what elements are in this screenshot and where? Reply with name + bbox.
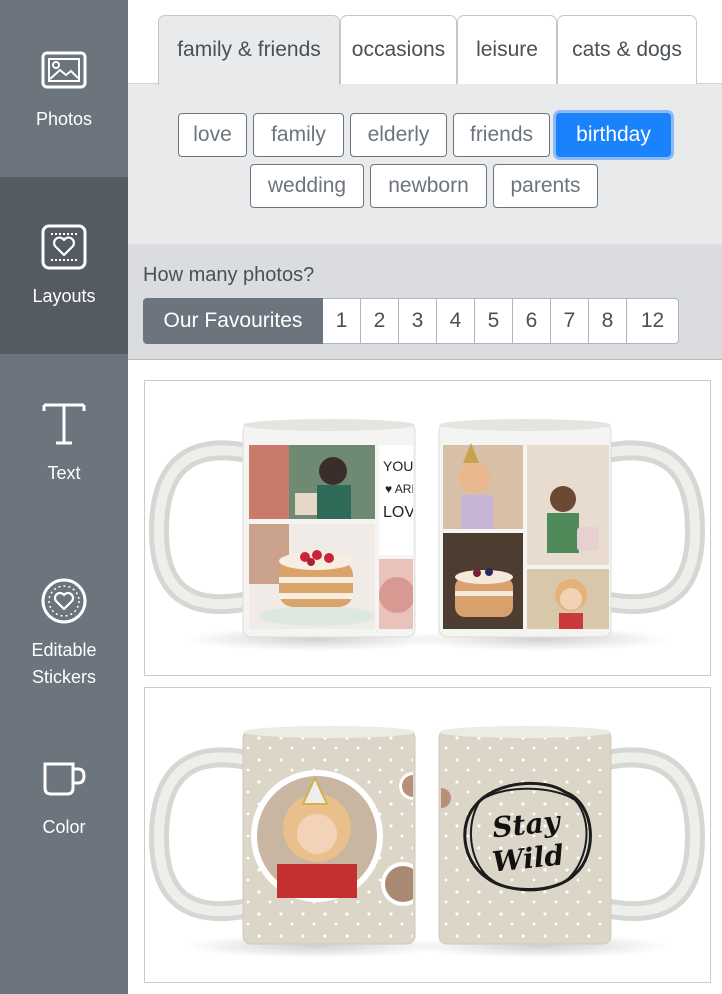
count-option-6[interactable]: 6 bbox=[513, 298, 551, 344]
sidebar-item-label: Editable Stickers bbox=[31, 640, 97, 687]
count-option-2[interactable]: 2 bbox=[361, 298, 399, 344]
count-option-5[interactable]: 5 bbox=[475, 298, 513, 344]
sidebar: Photos Layouts Text Editable Stickers Co… bbox=[0, 0, 128, 994]
sidebar-item-text[interactable]: Text bbox=[0, 354, 128, 531]
mug-preview-image: YOU ♥ ARE LOVE bbox=[145, 381, 710, 675]
subcategory-birthday[interactable]: birthday bbox=[556, 113, 671, 157]
photo-count-label: How many photos? bbox=[143, 264, 315, 286]
sidebar-item-layouts[interactable]: Layouts bbox=[0, 177, 128, 354]
count-option-3[interactable]: 3 bbox=[399, 298, 437, 344]
tab-family-friends[interactable]: family & friends bbox=[158, 15, 340, 85]
layout-list: YOU ♥ ARE LOVE Stay Wild bbox=[128, 361, 722, 994]
count-option-8[interactable]: 8 bbox=[589, 298, 627, 344]
sidebar-item-photos[interactable]: Photos bbox=[0, 0, 128, 177]
subcategory-wedding[interactable]: wedding bbox=[250, 164, 364, 208]
photo-count-panel: How many photos? Our Favourites 1 2 3 4 … bbox=[128, 244, 722, 360]
sidebar-item-label: Layouts bbox=[32, 286, 96, 306]
svg-text:YOU: YOU bbox=[383, 458, 413, 474]
subcategory-elderly[interactable]: elderly bbox=[350, 113, 447, 157]
count-option-4[interactable]: 4 bbox=[437, 298, 475, 344]
sidebar-item-label: Photos bbox=[35, 109, 93, 129]
subcategory-newborn[interactable]: newborn bbox=[370, 164, 487, 208]
subcategory-parents[interactable]: parents bbox=[493, 164, 598, 208]
mug-icon bbox=[40, 754, 88, 802]
subcategory-love[interactable]: love bbox=[178, 113, 247, 157]
layout-card[interactable]: Stay Wild bbox=[144, 687, 711, 983]
text-t-icon bbox=[40, 400, 88, 448]
count-option-1[interactable]: 1 bbox=[323, 298, 361, 344]
photo-count-button-group: Our Favourites 1 2 3 4 5 6 7 8 12 bbox=[143, 298, 679, 344]
count-option-favourites[interactable]: Our Favourites bbox=[143, 298, 323, 344]
sidebar-item-label: Text bbox=[47, 463, 81, 483]
category-tabs: family & friends occasions leisure cats … bbox=[128, 0, 722, 85]
subcategory-panel: love family elderly friends birthday wed… bbox=[128, 84, 722, 244]
tab-leisure[interactable]: leisure bbox=[457, 15, 557, 85]
count-option-12[interactable]: 12 bbox=[627, 298, 679, 344]
mug-preview-image: Stay Wild bbox=[145, 688, 710, 982]
layout-card[interactable]: YOU ♥ ARE LOVE bbox=[144, 380, 711, 676]
heart-frame-icon bbox=[40, 223, 88, 271]
count-option-7[interactable]: 7 bbox=[551, 298, 589, 344]
tab-cats-dogs[interactable]: cats & dogs bbox=[557, 15, 697, 85]
subcategory-friends[interactable]: friends bbox=[453, 113, 550, 157]
tab-occasions[interactable]: occasions bbox=[340, 15, 457, 85]
heart-badge-icon bbox=[40, 577, 88, 625]
subcategory-family[interactable]: family bbox=[253, 113, 344, 157]
image-icon bbox=[40, 46, 88, 94]
sidebar-item-color[interactable]: Color bbox=[0, 708, 128, 885]
sidebar-item-label: Color bbox=[42, 817, 86, 837]
sidebar-item-stickers[interactable]: Editable Stickers bbox=[0, 531, 128, 708]
